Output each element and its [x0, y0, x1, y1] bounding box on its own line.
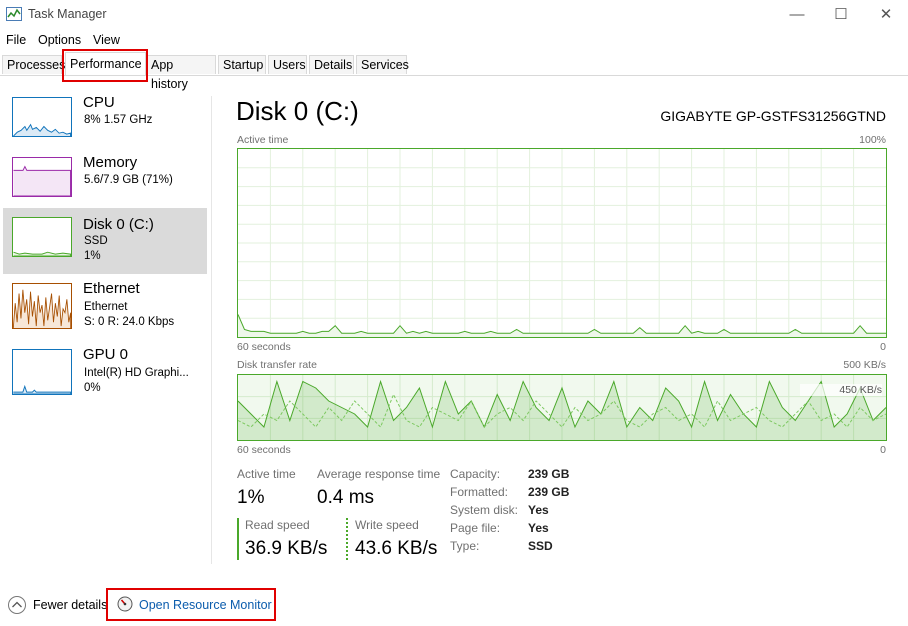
title-bar[interactable]: Task Manager — ☐ ✕	[0, 0, 908, 30]
maximize-button[interactable]: ☐	[826, 4, 856, 26]
transfer-rate-inner-max: 450 KB/s	[800, 384, 882, 396]
fewer-details-chevron-up-icon[interactable]	[7, 595, 27, 615]
write-speed-value: 43.6 KB/s	[355, 538, 438, 559]
sidebar-disk-usage: 1%	[84, 250, 101, 262]
performance-highlight-box	[62, 49, 148, 82]
prop-page-file-label: Page file:	[450, 521, 501, 535]
sidebar-item-disk-0[interactable]: Disk 0 (C:) SSD 1%	[3, 208, 207, 274]
transfer-rate-graph-label: Disk transfer rate	[237, 359, 317, 371]
sidebar-gpu-name: Intel(R) HD Graphi...	[84, 367, 189, 379]
open-resource-monitor-link[interactable]: Open Resource Monitor	[139, 598, 272, 612]
tab-services[interactable]: Services	[356, 55, 409, 74]
prop-type-label: Type:	[450, 539, 480, 553]
sidebar-divider	[211, 96, 212, 564]
tab-processes[interactable]: Processes	[2, 55, 65, 74]
transfer-rate-graph	[237, 374, 887, 441]
task-manager-icon	[6, 7, 22, 21]
sidebar-ethernet-title: Ethernet	[83, 280, 140, 297]
sidebar-memory-title: Memory	[83, 154, 138, 171]
disk-model: GIGABYTE GP-GSTFS31256GTND	[660, 108, 886, 124]
sidebar-ethernet-name: Ethernet	[84, 301, 128, 313]
sidebar-disk-type: SSD	[84, 235, 108, 247]
write-speed-label: Write speed	[355, 518, 419, 532]
active-time-graph	[237, 148, 887, 338]
resource-monitor-gauge-icon[interactable]	[117, 596, 133, 612]
menu-view[interactable]: View	[93, 33, 120, 47]
disk-thumbnail-graph	[12, 217, 72, 257]
memory-thumbnail-graph	[12, 157, 72, 197]
sidebar-ethernet-throughput: S: 0 R: 24.0 Kbps	[84, 316, 175, 328]
avg-response-value: 0.4 ms	[317, 487, 375, 508]
cpu-thumbnail-graph	[12, 97, 72, 137]
prop-type-value: SSD	[528, 539, 553, 553]
write-speed-legend-bar	[346, 518, 348, 560]
sidebar-item-ethernet[interactable]: Ethernet Ethernet S: 0 R: 24.0 Kbps	[3, 278, 207, 342]
prop-system-disk-value: Yes	[528, 503, 549, 517]
sidebar-gpu-usage: 0%	[84, 382, 101, 394]
active-time-value: 1%	[237, 487, 265, 508]
avg-response-label: Average response time	[317, 467, 441, 481]
active-time-graph-duration: 60 seconds	[237, 341, 291, 353]
active-time-graph-max: 100%	[859, 134, 886, 146]
sidebar-gpu-title: GPU 0	[83, 346, 129, 363]
transfer-rate-graph-max: 500 KB/s	[843, 359, 886, 371]
tab-details[interactable]: Details	[309, 55, 354, 74]
sidebar-cpu-title: CPU	[83, 94, 115, 111]
prop-page-file-value: Yes	[528, 521, 549, 535]
active-time-graph-min: 0	[880, 341, 886, 353]
tab-users[interactable]: Users	[268, 55, 307, 74]
transfer-rate-graph-duration: 60 seconds	[237, 444, 291, 456]
prop-capacity-label: Capacity:	[450, 467, 501, 481]
sidebar-item-cpu[interactable]: CPU 8% 1.57 GHz	[3, 92, 207, 156]
minimize-button[interactable]: —	[782, 4, 812, 26]
tab-startup[interactable]: Startup	[218, 55, 266, 74]
sidebar-item-gpu-0[interactable]: GPU 0 Intel(R) HD Graphi... 0%	[3, 344, 207, 408]
sidebar-memory-usage: 5.6/7.9 GB (71%)	[84, 174, 173, 186]
prop-formatted-label: Formatted:	[450, 485, 509, 499]
sidebar-disk-title: Disk 0 (C:)	[83, 216, 154, 233]
gpu-thumbnail-graph	[12, 349, 72, 395]
fewer-details-link[interactable]: Fewer details	[33, 598, 107, 612]
ethernet-thumbnail-graph	[12, 283, 72, 329]
read-speed-value: 36.9 KB/s	[245, 538, 328, 559]
menu-options[interactable]: Options	[38, 33, 81, 47]
active-time-label: Active time	[237, 467, 296, 481]
tab-app-history[interactable]: App history	[146, 55, 216, 91]
prop-system-disk-label: System disk:	[450, 503, 519, 517]
read-speed-legend-bar	[237, 518, 239, 560]
menu-file[interactable]: File	[6, 33, 26, 47]
page-title: Disk 0 (C:)	[236, 96, 359, 126]
menu-bar: File Options View	[0, 30, 908, 50]
prop-capacity-value: 239 GB	[528, 467, 570, 481]
sidebar-cpu-usage: 8% 1.57 GHz	[84, 114, 153, 126]
active-time-graph-label: Active time	[237, 134, 289, 146]
transfer-rate-graph-min: 0	[880, 444, 886, 456]
close-button[interactable]: ✕	[871, 4, 901, 26]
read-speed-label: Read speed	[245, 518, 310, 532]
window-title: Task Manager	[28, 7, 107, 21]
sidebar-item-memory[interactable]: Memory 5.6/7.9 GB (71%)	[3, 152, 207, 216]
prop-formatted-value: 239 GB	[528, 485, 570, 499]
